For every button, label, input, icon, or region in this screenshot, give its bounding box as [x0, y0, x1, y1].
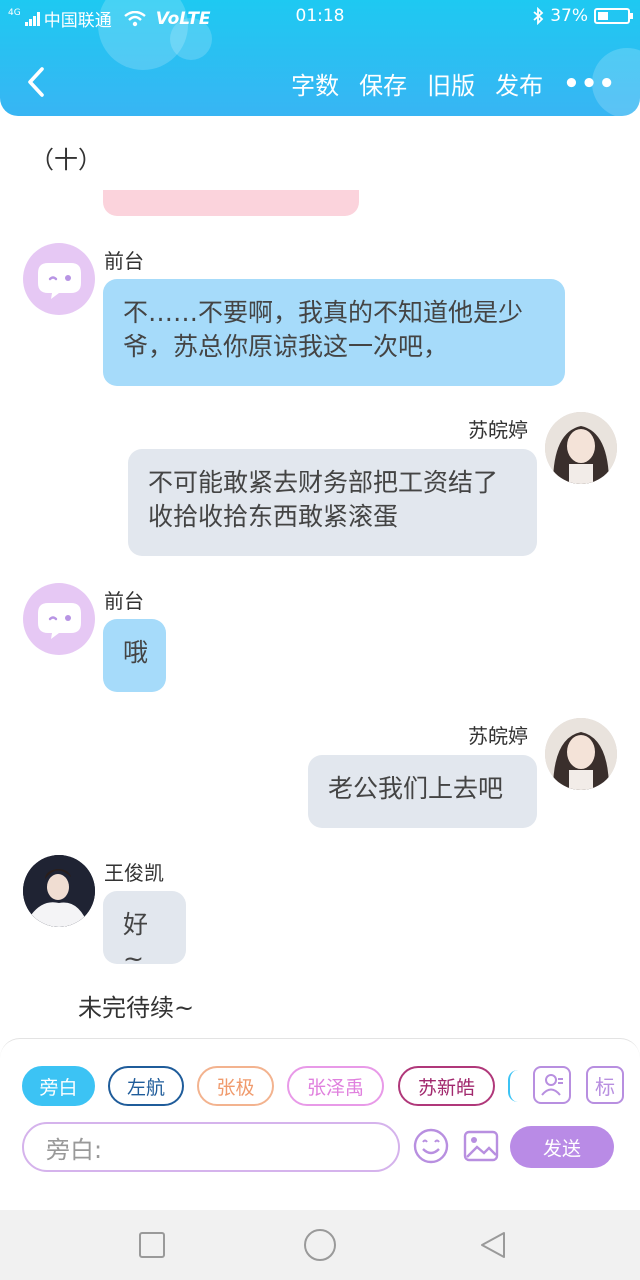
avatar-wangjunkai[interactable]	[23, 855, 95, 927]
publish-button[interactable]: 发布	[495, 66, 543, 101]
avatar-robot[interactable]	[23, 243, 95, 315]
mark-icon[interactable]: 标	[586, 1066, 624, 1104]
emoji-icon[interactable]	[412, 1127, 450, 1165]
message-input[interactable]: 旁白:	[22, 1122, 400, 1172]
speaker-name: 王俊凯	[104, 861, 164, 885]
speaker-name: 前台	[104, 249, 144, 273]
role-chip-narration[interactable]: 旁白	[22, 1066, 95, 1106]
old-version-button[interactable]: 旧版	[427, 66, 475, 101]
partial-message-bubble	[103, 190, 359, 216]
home-icon[interactable]	[303, 1228, 337, 1262]
robot-chat-icon	[38, 603, 81, 639]
role-chip-overflow[interactable]	[508, 1070, 518, 1102]
girl-photo-avatar	[545, 412, 617, 484]
robot-chat-icon	[38, 263, 81, 299]
status-bar: 4G 中国联通 VoLTE 01:18 37%	[0, 4, 640, 31]
message-bubble[interactable]: 老公我们上去吧	[308, 755, 537, 828]
top-header: 4G 中国联通 VoLTE 01:18 37% 字数 保存 旧版 发布 •••	[0, 0, 640, 116]
recent-apps-icon[interactable]	[137, 1230, 167, 1260]
message-bubble[interactable]: 好~	[103, 891, 186, 973]
message-bubble[interactable]: 哦	[103, 619, 166, 692]
send-button[interactable]: 发送	[510, 1126, 614, 1168]
person-icon	[541, 1074, 563, 1096]
speaker-name: 苏皖婷	[468, 724, 528, 748]
message-bubble[interactable]: 不可能敢紧去财务部把工资结了收拾收拾东西敢紧滚蛋	[128, 449, 537, 556]
nav-bar: 字数 保存 旧版 发布 •••	[0, 62, 640, 106]
narration-text: 未完待续~	[78, 994, 195, 1022]
speaker-name: 前台	[104, 589, 144, 613]
back-arrow-icon[interactable]	[22, 64, 52, 100]
role-chip-suxinhao[interactable]: 苏新皓	[398, 1066, 495, 1106]
avatar-suwanting[interactable]	[545, 412, 617, 484]
role-chip-zhangji[interactable]: 张极	[197, 1066, 274, 1106]
role-chip-zhangzeyu[interactable]: 张泽禹	[287, 1066, 384, 1106]
battery-percent: 37%	[550, 6, 588, 26]
boy-photo-avatar	[23, 855, 95, 927]
message-bubble[interactable]: 不……不要啊，我真的不知道他是少爷，苏总你原谅我这一次吧，	[103, 279, 565, 386]
role-chip-zuohang[interactable]: 左航	[108, 1066, 184, 1106]
battery-fill	[598, 12, 608, 20]
bluetooth-icon	[533, 7, 544, 25]
role-chip-bar: 旁白 左航 张极 张泽禹 苏新皓	[22, 1066, 622, 1108]
add-role-icon[interactable]	[533, 1066, 571, 1104]
word-count-button[interactable]: 字数	[291, 66, 339, 101]
battery-icon	[594, 8, 633, 24]
back-triangle-icon[interactable]	[478, 1230, 508, 1260]
image-icon[interactable]	[462, 1127, 500, 1165]
avatar-suwanting[interactable]	[545, 718, 617, 790]
girl-photo-avatar	[545, 718, 617, 790]
chapter-title: （十）	[30, 146, 102, 174]
more-menu-icon[interactable]: •••	[563, 69, 616, 99]
save-button[interactable]: 保存	[359, 66, 407, 101]
avatar-robot[interactable]	[23, 583, 95, 655]
speaker-name: 苏皖婷	[468, 418, 528, 442]
system-nav-bar	[0, 1210, 640, 1280]
